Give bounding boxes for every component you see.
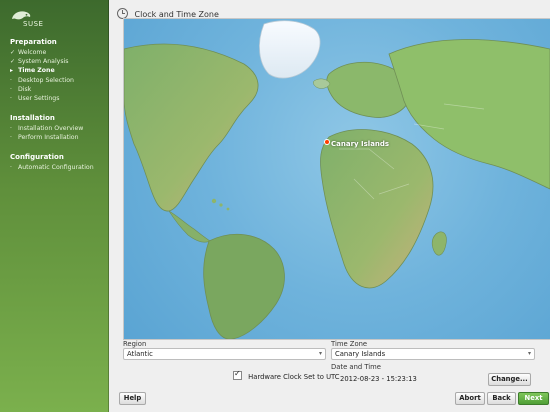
checkbox-icon[interactable]: [233, 369, 242, 380]
step-label: Desktop Selection: [17, 77, 74, 84]
chevron-down-icon: ▾: [527, 350, 531, 357]
caribbean-island: [219, 203, 223, 207]
section-installation: Installation: [10, 114, 55, 122]
next-button[interactable]: Next: [518, 392, 549, 405]
south-america-shape: [203, 234, 285, 339]
step-label: Automatic Configuration: [17, 164, 94, 171]
bullet-icon: ·: [10, 125, 12, 132]
abort-button[interactable]: Abort: [455, 392, 485, 405]
bullet-icon: ·: [10, 77, 12, 84]
bullet-icon: ·: [10, 86, 12, 93]
back-button[interactable]: Back: [487, 392, 516, 405]
step-label: User Settings: [17, 95, 60, 102]
africa-shape: [320, 129, 434, 289]
step-label: Perform Installation: [17, 134, 79, 141]
step-label: System Analysis: [17, 58, 69, 65]
step-label: Welcome: [17, 49, 47, 56]
current-step-icon: ▸: [10, 67, 14, 74]
main-panel: Clock and Time Zone Canary Islands Regio…: [109, 0, 550, 412]
selected-location-label: Canary Islands: [331, 140, 390, 148]
central-america-shape: [168, 210, 211, 243]
caribbean-island: [226, 207, 230, 211]
step-desktop-selection: · Desktop Selection: [10, 77, 74, 84]
world-map-svg: [124, 20, 550, 339]
section-preparation: Preparation: [10, 38, 57, 46]
region-label: Region: [123, 340, 147, 348]
sidebar: SUSE Preparation ✓ Welcome ✓ System Anal…: [0, 0, 109, 412]
step-time-zone: ▸ Time Zone: [10, 67, 55, 74]
region-select-value: Atlantic: [127, 350, 153, 358]
step-user-settings: · User Settings: [10, 95, 59, 102]
step-installation-overview: · Installation Overview: [10, 125, 83, 132]
check-icon: ✓: [10, 58, 16, 65]
step-welcome: ✓ Welcome: [10, 49, 46, 56]
time-zone-select[interactable]: Canary Islands ▾: [331, 348, 535, 360]
north-america-shape: [124, 43, 259, 212]
greenland-shape: [259, 20, 321, 79]
section-configuration: Configuration: [10, 153, 64, 161]
date-time-value: 2012-08-23 - 15:23:13: [340, 375, 417, 383]
step-system-analysis: ✓ System Analysis: [10, 58, 69, 65]
check-icon: ✓: [10, 49, 16, 56]
bullet-icon: ·: [10, 95, 12, 102]
suse-wordmark: SUSE: [23, 20, 44, 28]
step-perform-installation: · Perform Installation: [10, 134, 79, 141]
bullet-icon: ·: [10, 134, 12, 141]
hardware-clock-label: Hardware Clock Set to UTC: [248, 373, 340, 381]
step-disk: · Disk: [10, 86, 31, 93]
change-date-time-button[interactable]: Change...: [488, 373, 531, 386]
time-zone-label: Time Zone: [331, 340, 368, 348]
selected-location-marker: [325, 140, 329, 144]
step-automatic-configuration: · Automatic Configuration: [10, 164, 94, 171]
date-and-time-label: Date and Time: [331, 363, 381, 371]
madagascar-shape: [431, 231, 447, 256]
caribbean-island: [211, 198, 217, 204]
step-label: Installation Overview: [17, 125, 84, 132]
bullet-icon: ·: [10, 164, 12, 171]
time-zone-select-value: Canary Islands: [335, 350, 386, 358]
step-label: Time Zone: [18, 67, 55, 74]
hardware-clock-row[interactable]: Hardware Clock Set to UTC: [233, 369, 340, 381]
chevron-down-icon: ▾: [318, 350, 322, 357]
region-select[interactable]: Atlantic ▾: [123, 348, 326, 360]
world-map[interactable]: Canary Islands: [123, 18, 550, 340]
step-label: Disk: [17, 86, 32, 93]
suse-logo: SUSE: [10, 8, 60, 33]
help-button[interactable]: Help: [119, 392, 146, 405]
